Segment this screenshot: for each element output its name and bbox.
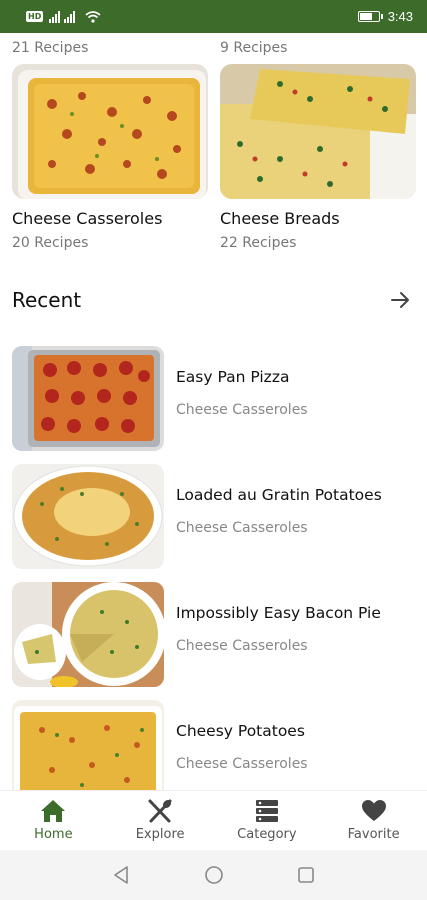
system-nav-bar	[0, 850, 427, 900]
recipe-title: Loaded au Gratin Potatoes	[176, 486, 382, 504]
nav-label: Favorite	[347, 827, 400, 842]
hd-badge: HD	[26, 11, 44, 22]
nav-label: Explore	[135, 827, 185, 842]
nav-home[interactable]: Home	[0, 791, 107, 850]
category-count: 22 Recipes	[220, 235, 297, 251]
recent-item[interactable]: Cheesy Potatoes Cheese Casseroles	[12, 700, 415, 790]
recent-item[interactable]: Easy Pan Pizza Cheese Casseroles	[12, 346, 415, 464]
recipe-category: Cheese Casseroles	[176, 520, 308, 536]
status-right: 3:43	[357, 9, 413, 24]
back-icon[interactable]	[112, 865, 132, 885]
category-count: 21 Recipes	[12, 40, 89, 56]
see-all-button[interactable]	[385, 285, 415, 315]
category-title: Cheese Breads	[220, 209, 340, 228]
recipe-title: Easy Pan Pizza	[176, 368, 290, 386]
category-image	[12, 64, 208, 199]
battery-icon	[357, 11, 383, 22]
category-count: 20 Recipes	[12, 235, 89, 251]
home-icon	[41, 800, 66, 822]
category-image	[220, 64, 416, 199]
recent-item[interactable]: Loaded au Gratin Potatoes Cheese Cassero…	[12, 464, 415, 582]
recipe-title: Impossibly Easy Bacon Pie	[176, 604, 381, 622]
recipe-title: Cheesy Potatoes	[176, 722, 305, 740]
category-row-previous: 21 Recipes 9 Recipes	[12, 40, 415, 60]
recipe-category: Cheese Casseroles	[176, 756, 308, 772]
section-title: Recent	[12, 288, 82, 312]
category-icon	[255, 800, 278, 822]
nav-category[interactable]: Category	[214, 791, 321, 850]
recipe-category: Cheese Casseroles	[176, 638, 308, 654]
signal-icon	[49, 10, 76, 23]
recipe-category: Cheese Casseroles	[176, 402, 308, 418]
arrow-right-icon	[391, 292, 409, 308]
status-time: 3:43	[387, 9, 413, 24]
recipe-image	[12, 700, 164, 790]
recent-item[interactable]: Impossibly Easy Bacon Pie Cheese Cassero…	[12, 582, 415, 700]
heart-icon	[361, 800, 386, 821]
recents-square-icon[interactable]	[296, 865, 316, 885]
status-left: HD	[26, 10, 101, 23]
recipe-image	[12, 346, 164, 451]
recipe-image	[12, 582, 164, 687]
nav-explore[interactable]: Explore	[107, 791, 214, 850]
nav-label: Category	[237, 827, 297, 842]
home-circle-icon[interactable]	[204, 865, 224, 885]
status-bar: HD 3:43	[0, 0, 427, 33]
wifi-icon	[85, 10, 101, 23]
fork-knife-icon	[148, 799, 172, 823]
category-card-cheese-breads[interactable]: Cheese Breads 22 Recipes	[220, 64, 416, 251]
category-title: Cheese Casseroles	[12, 209, 163, 228]
bottom-navigation: Home Explore Category Favorite	[0, 790, 427, 850]
recent-section-header: Recent	[12, 285, 415, 315]
recent-list: Easy Pan Pizza Cheese Casseroles Loaded …	[12, 346, 415, 790]
nav-favorite[interactable]: Favorite	[320, 791, 427, 850]
nav-label: Home	[34, 827, 73, 842]
category-count: 9 Recipes	[220, 40, 288, 56]
recipe-image	[12, 464, 164, 569]
category-card-cheese-casseroles[interactable]: Cheese Casseroles 20 Recipes	[12, 64, 208, 251]
home-content[interactable]: 21 Recipes 9 Recipes Cheese Casseroles 2…	[0, 33, 427, 790]
